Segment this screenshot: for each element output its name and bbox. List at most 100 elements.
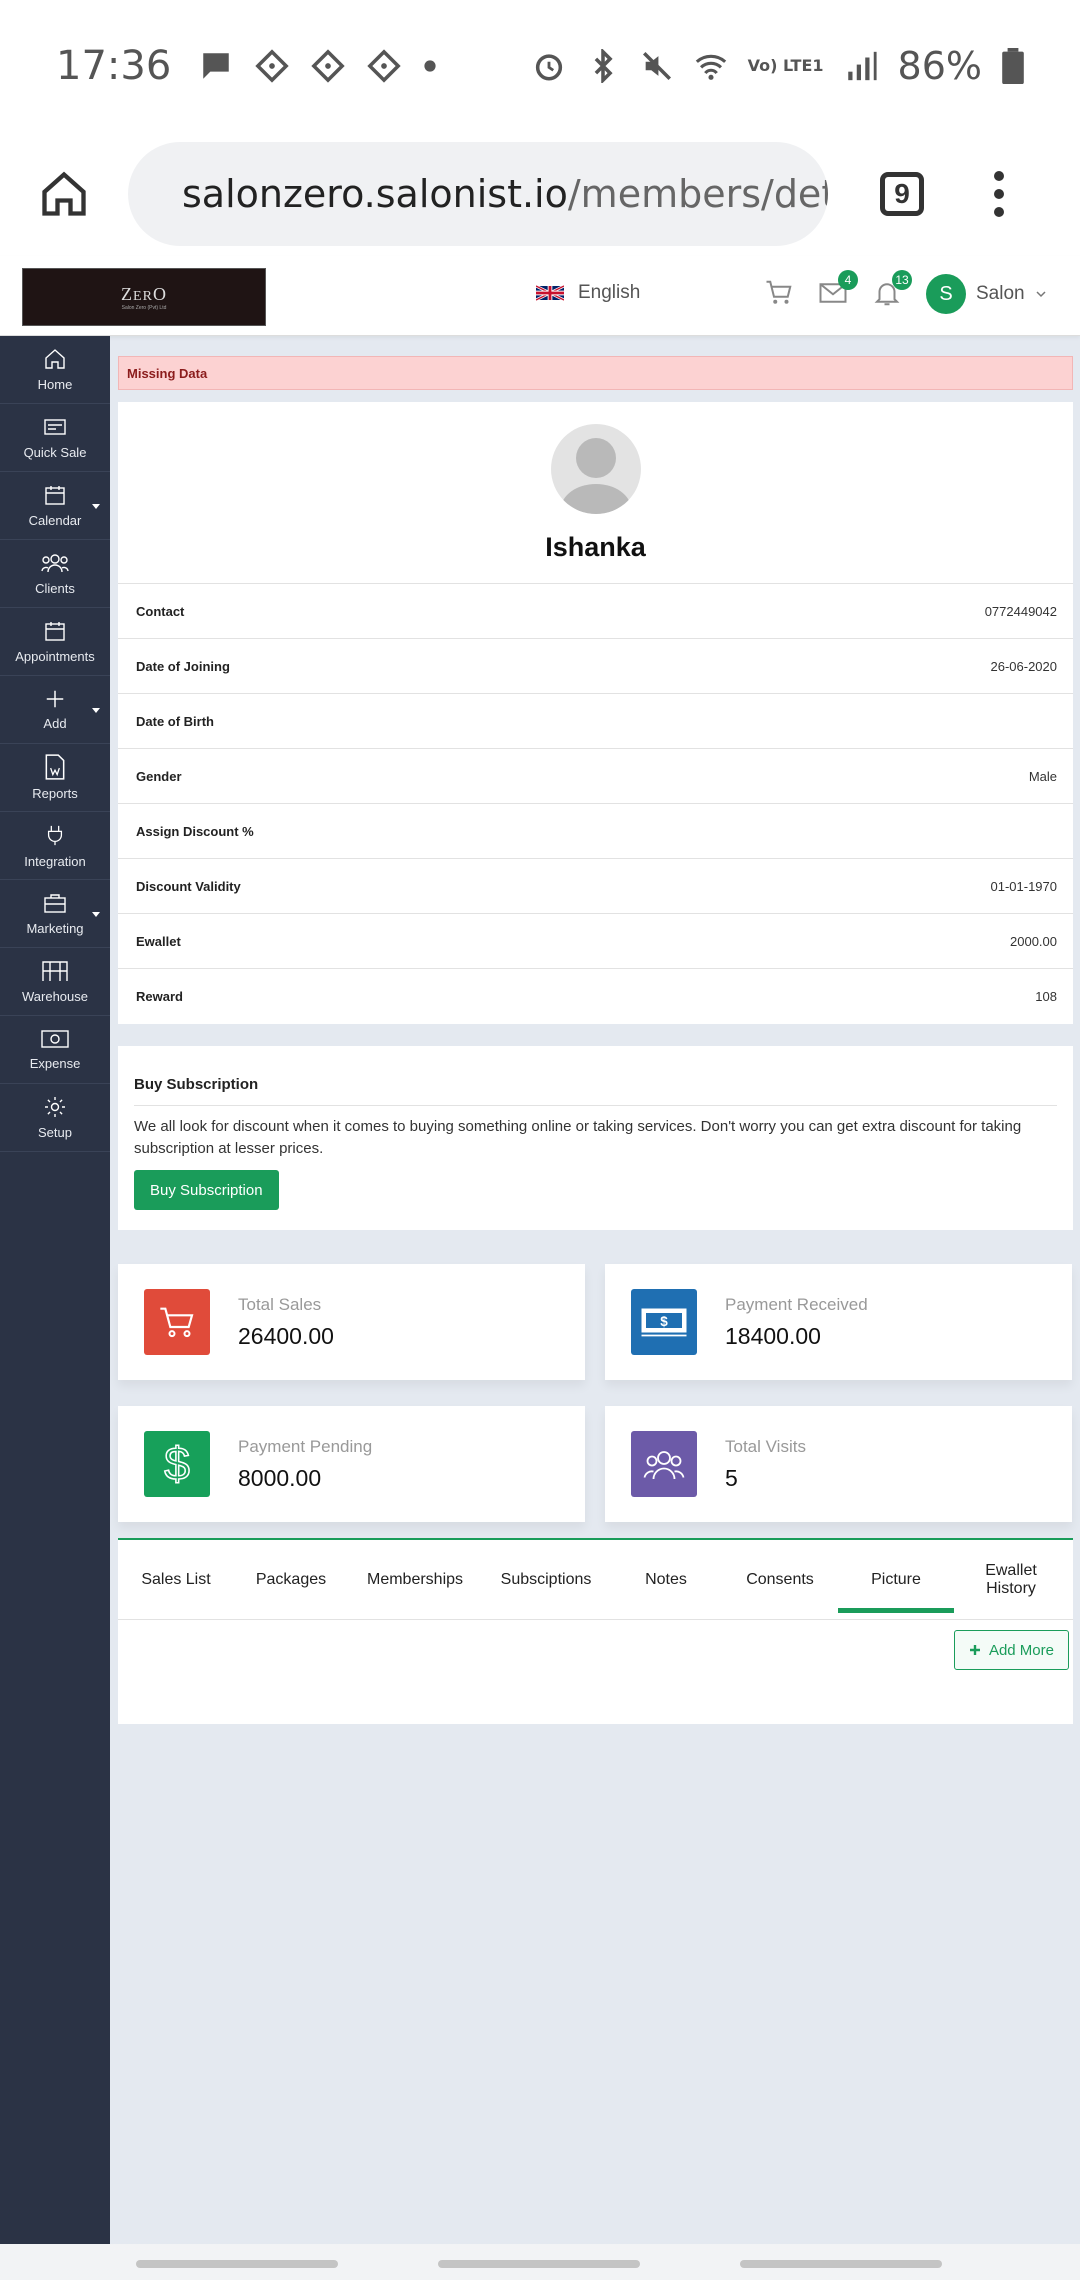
- detail-row-reward: Reward 108: [118, 969, 1073, 1024]
- sidebar-item-label: Add: [43, 716, 67, 731]
- stat-value: 26400.00: [238, 1322, 334, 1349]
- sidebar-item-expense[interactable]: Expense: [0, 1016, 110, 1084]
- tab-memberships[interactable]: Memberships: [348, 1540, 482, 1619]
- add-more-button[interactable]: Add More: [953, 1630, 1069, 1670]
- tab-picture[interactable]: Picture: [838, 1540, 954, 1619]
- language-label: English: [578, 282, 641, 303]
- detail-value: Male: [1028, 768, 1057, 784]
- user-name: Salon: [976, 283, 1025, 304]
- sidebar-item-setup[interactable]: Setup: [0, 1084, 110, 1152]
- address-bar[interactable]: salonzero.salonist.io/members/deta: [128, 142, 828, 246]
- sidebar-item-label: Home: [37, 377, 73, 392]
- tab-packages[interactable]: Packages: [234, 1540, 348, 1619]
- tab-bar: Sales List Packages Memberships Subscipt…: [118, 1540, 1073, 1620]
- avatar: S: [926, 274, 966, 314]
- nav-handle[interactable]: [136, 2260, 338, 2268]
- signal-icon: [847, 51, 877, 81]
- calendar-icon: [45, 622, 65, 641]
- dot-icon: [424, 60, 436, 72]
- messages-button[interactable]: 4: [818, 270, 858, 313]
- sidebar-item-marketing[interactable]: Marketing: [0, 880, 110, 948]
- stat-payment-received: $ Payment Received 18400.00: [605, 1264, 1072, 1380]
- users-icon: [631, 1431, 697, 1497]
- language-selector[interactable]: English: [536, 282, 640, 304]
- stat-label: Total Visits: [725, 1436, 806, 1456]
- detail-label: Discount Validity: [136, 878, 241, 894]
- url-path: /members/deta: [567, 172, 828, 216]
- notification-badge: 13: [892, 270, 912, 290]
- status-bar: 17:36 Vo) LTE1 86%: [0, 0, 1080, 132]
- briefcase-icon: [44, 894, 66, 913]
- home-icon: [45, 349, 65, 369]
- detail-label: Ewallet: [136, 933, 181, 949]
- member-name: Ishanka: [545, 532, 646, 562]
- stat-total-visits: Total Visits 5: [605, 1406, 1072, 1522]
- sidebar-item-reports[interactable]: Reports: [0, 744, 110, 812]
- sidebar-item-add[interactable]: Add: [0, 676, 110, 744]
- detail-row-discount-validity: Discount Validity 01-01-1970: [118, 859, 1073, 914]
- stat-label: Payment Received: [725, 1294, 868, 1314]
- cart-icon: [766, 280, 792, 304]
- browser-menu-button[interactable]: [994, 171, 1004, 217]
- sidebar-item-clients[interactable]: Clients: [0, 540, 110, 608]
- mute-icon: [642, 51, 671, 81]
- battery-icon: [1002, 48, 1024, 84]
- nav-handle[interactable]: [740, 2260, 942, 2268]
- register-icon: [44, 419, 66, 435]
- notifications-button[interactable]: 13: [872, 270, 912, 313]
- subscription-title: Buy Subscription: [134, 1046, 1057, 1106]
- detail-row-ewallet: Ewallet 2000.00: [118, 914, 1073, 969]
- sidebar-item-label: Quick Sale: [23, 445, 87, 460]
- detail-row-discount: Assign Discount %: [118, 804, 1073, 859]
- sidebar-item-label: Marketing: [26, 921, 84, 936]
- tab-switcher-button[interactable]: 9: [880, 172, 924, 216]
- sidebar-item-appointments[interactable]: Appointments: [0, 608, 110, 676]
- sidebar-item-label: Clients: [35, 581, 75, 596]
- svg-text:$: $: [164, 1441, 190, 1487]
- buy-subscription-button[interactable]: Buy Subscription: [134, 1170, 279, 1210]
- cart-icon: [144, 1289, 210, 1355]
- plus-icon: [969, 1645, 980, 1655]
- profile-avatar[interactable]: [550, 424, 641, 514]
- stat-label: Total Sales: [238, 1294, 322, 1314]
- sidebar-item-warehouse[interactable]: Warehouse: [0, 948, 110, 1016]
- detail-label: Contact: [136, 603, 185, 619]
- caret-down-icon: [92, 708, 100, 713]
- sidebar-item-integration[interactable]: Integration: [0, 812, 110, 880]
- tab-ewallet-history[interactable]: Ewallet History: [954, 1540, 1068, 1619]
- caret-down-icon: [92, 912, 100, 917]
- cart-button[interactable]: [764, 278, 794, 313]
- sidebar-item-label: Appointments: [15, 649, 95, 664]
- caret-down-icon: [92, 504, 100, 509]
- system-icons: Vo) LTE1 86%: [532, 44, 1024, 88]
- salon-logo[interactable]: ZERO Salon Zero (Pvt) Ltd: [22, 268, 266, 326]
- tab-subscriptions[interactable]: Subsciptions: [482, 1540, 610, 1619]
- cash-icon: $: [631, 1289, 697, 1355]
- sidebar-item-calendar[interactable]: Calendar: [0, 472, 110, 540]
- tab-notes[interactable]: Notes: [610, 1540, 722, 1619]
- stat-label: Payment Pending: [238, 1436, 373, 1456]
- mail-badge: 4: [838, 270, 858, 290]
- sidebar-item-home[interactable]: Home: [0, 336, 110, 404]
- tab-sales-list[interactable]: Sales List: [118, 1540, 234, 1619]
- sidebar-item-label: Reports: [32, 786, 78, 801]
- network-label: Vo) LTE1: [747, 56, 824, 75]
- url-text: salonzero.salonist.io/members/deta: [182, 172, 828, 216]
- calendar-icon: [45, 486, 65, 505]
- browser-toolbar: salonzero.salonist.io/members/deta 9: [0, 132, 1080, 256]
- browser-home-button[interactable]: [0, 132, 128, 256]
- detail-row-joining: Date of Joining 26-06-2020: [118, 639, 1073, 694]
- url-host: salonzero.salonist.io: [182, 172, 568, 216]
- stat-payment-pending: $ Payment Pending 8000.00: [118, 1406, 585, 1522]
- home-icon: [42, 171, 86, 216]
- sidebar-item-quick-sale[interactable]: Quick Sale: [0, 404, 110, 472]
- profile-card: Ishanka Contact 0772449042 Date of Joinin…: [118, 402, 1073, 1024]
- ticket-icon: [255, 49, 289, 83]
- detail-label: Gender: [136, 768, 182, 784]
- detail-row-gender: Gender Male: [118, 749, 1073, 804]
- tab-consents[interactable]: Consents: [722, 1540, 838, 1619]
- user-menu[interactable]: S Salon: [926, 274, 1047, 314]
- uk-flag-icon: [536, 284, 564, 302]
- detail-value: 26-06-2020: [990, 658, 1058, 674]
- nav-handle[interactable]: [438, 2260, 640, 2268]
